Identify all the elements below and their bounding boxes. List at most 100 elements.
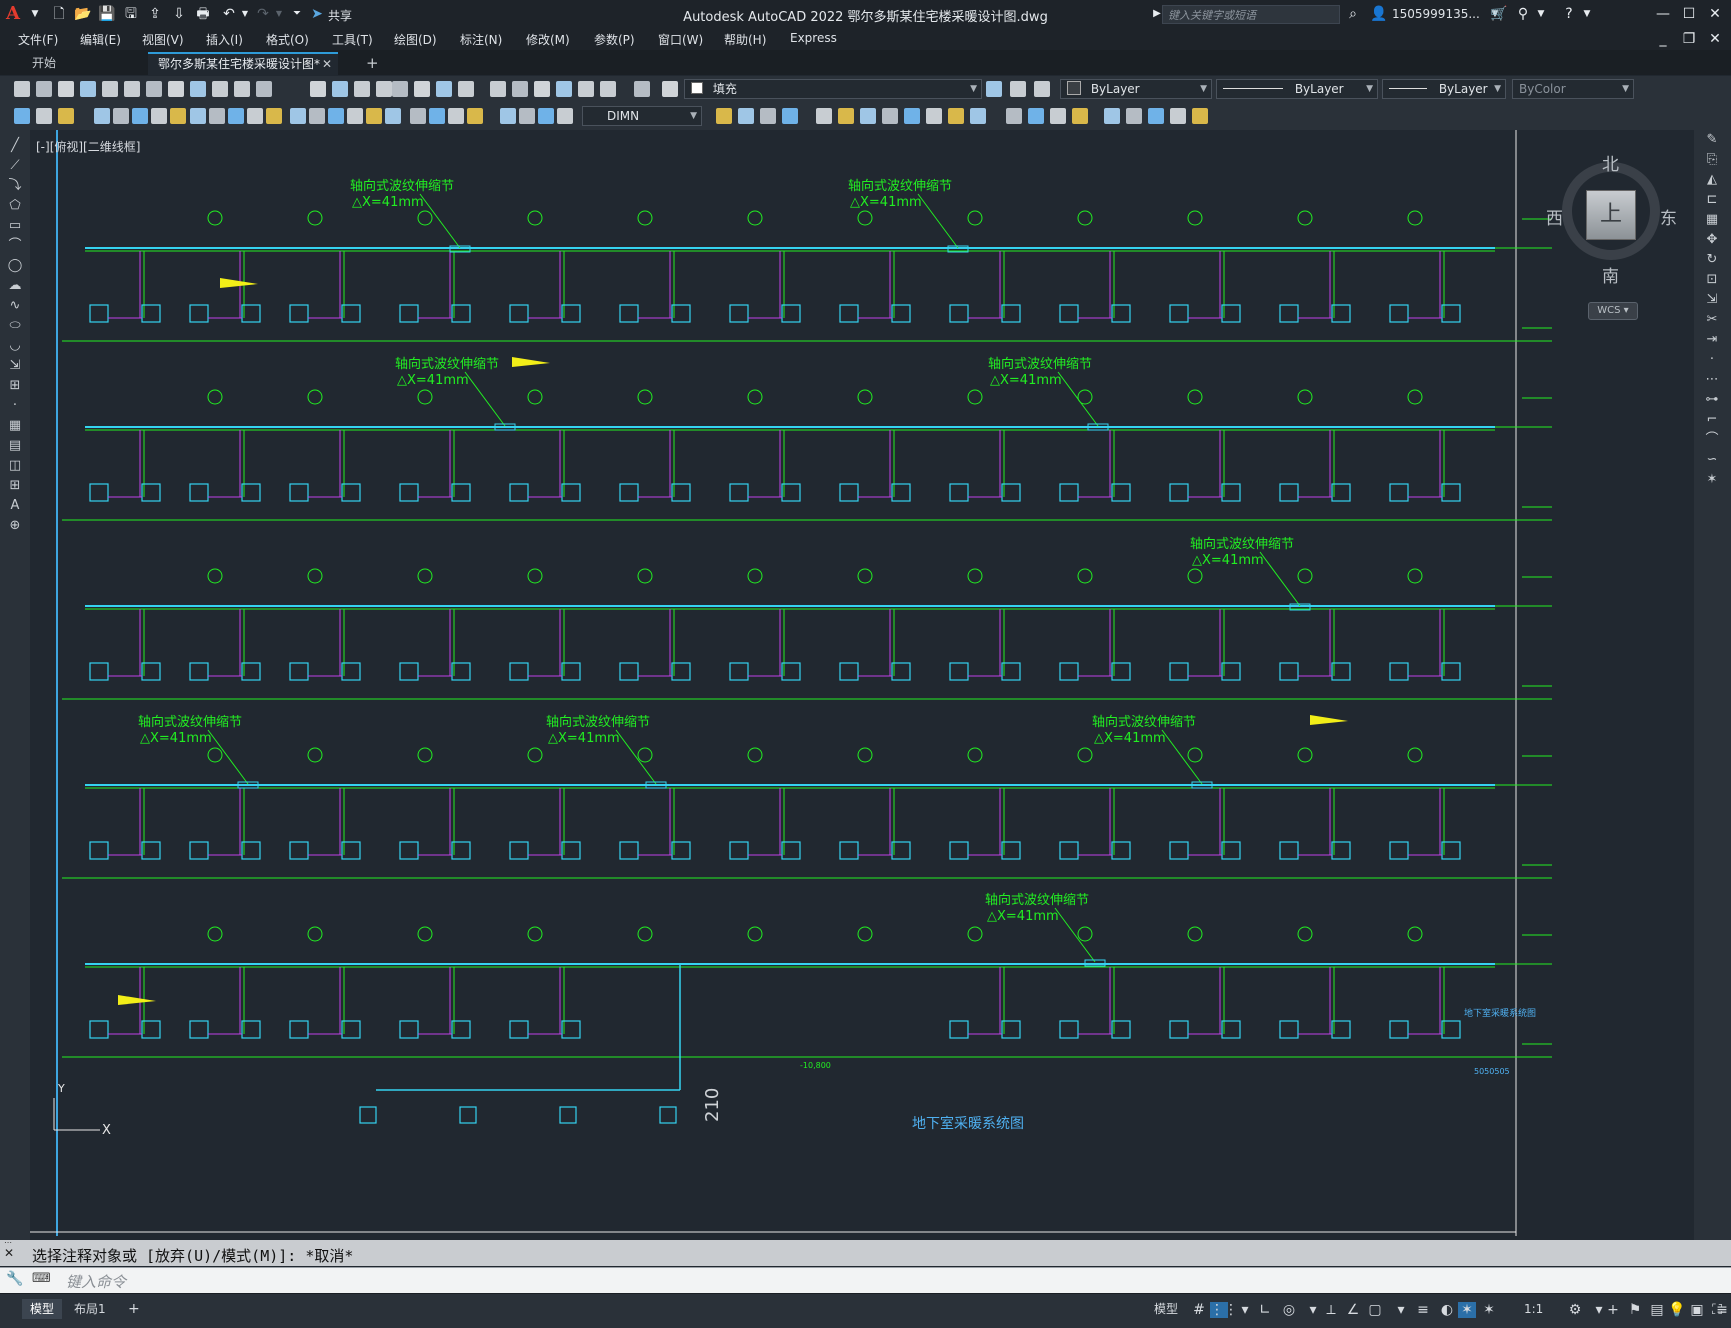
drawing-canvas[interactable]: 轴向式波纹伸缩节 △X=41mm 轴向式波纹伸缩节 △X=41mm 轴向式波纹伸缩节 △X… <box>30 130 1694 1236</box>
inspect-icon[interactable] <box>1148 108 1164 124</box>
dim-jogged-icon[interactable] <box>904 108 920 124</box>
chamfer-icon[interactable]: ⌐ <box>1704 412 1720 428</box>
dim-aligned-icon[interactable] <box>816 108 832 124</box>
add-selected-icon[interactable]: ⊕ <box>7 518 23 534</box>
autodesk-connect-icon[interactable]: ⚲ <box>1514 5 1532 23</box>
user-icon[interactable]: 👤 <box>1370 5 1388 23</box>
viewport-controls-label[interactable]: [-][俯视][二维线框] <box>36 138 140 155</box>
menu-help[interactable]: 帮助(H) <box>724 31 766 48</box>
arc-icon[interactable]: ⌒ <box>7 238 23 254</box>
command-grip-icon[interactable]: ⋯ <box>4 1238 12 1247</box>
model-space-toggle[interactable]: 模型 <box>1146 1299 1186 1319</box>
make-current-icon[interactable] <box>634 81 650 97</box>
menu-tools[interactable]: 工具(T) <box>332 31 373 48</box>
properties-icon[interactable] <box>392 81 408 97</box>
cut-icon[interactable] <box>146 81 162 97</box>
center-mark-icon[interactable] <box>1126 108 1142 124</box>
copy-object-icon[interactable]: ⎘ <box>1704 152 1720 168</box>
jogged-linear-icon[interactable] <box>1170 108 1186 124</box>
linetype-dropdown[interactable]: ByLayer ▼ <box>1216 79 1378 99</box>
menu-format[interactable]: 格式(O) <box>266 31 309 48</box>
customize-wrench-icon[interactable]: 🔧 <box>6 1271 23 1287</box>
annotation-monitor-icon[interactable]: + <box>1604 1302 1622 1318</box>
isodraft-icon[interactable]: ⟂ <box>1322 1302 1340 1318</box>
customize-icon[interactable]: ≡ <box>1713 1302 1731 1318</box>
units-icon[interactable]: ⚑ <box>1626 1302 1644 1318</box>
dim-arc-icon[interactable] <box>58 108 74 124</box>
quick-properties-icon[interactable]: ▤ <box>1648 1302 1666 1318</box>
tab-document[interactable]: 鄂尔多斯某住宅楼采暖设计图* ✕ <box>148 52 338 75</box>
offset-icon[interactable] <box>467 108 483 124</box>
close-icon[interactable]: ✕ <box>1706 5 1724 23</box>
dim-break-icon[interactable] <box>1072 108 1088 124</box>
quick-dim-icon[interactable] <box>190 108 206 124</box>
new-icon[interactable] <box>662 81 678 97</box>
save-icon[interactable] <box>58 81 74 97</box>
polar-dropdown-icon[interactable]: ▾ <box>1304 1302 1322 1318</box>
gradient-icon[interactable]: ▤ <box>7 438 23 454</box>
inspect-icon[interactable] <box>328 108 344 124</box>
rectangle-icon[interactable]: ▭ <box>7 218 23 234</box>
cart-icon[interactable]: 🛒 <box>1490 5 1508 23</box>
help-icon[interactable] <box>534 81 550 97</box>
revision-cloud-icon[interactable]: ☁ <box>7 278 23 294</box>
transparency-icon[interactable]: ◐ <box>1438 1302 1456 1318</box>
rotate-icon[interactable] <box>538 108 554 124</box>
menu-edit[interactable]: 编辑(E) <box>80 31 121 48</box>
continue-icon[interactable] <box>1028 108 1044 124</box>
offset-icon[interactable]: ⊏ <box>1704 192 1720 208</box>
help-icon[interactable]: ? <box>1560 5 1578 23</box>
tool-palette-icon[interactable] <box>436 81 452 97</box>
point-icon[interactable]: · <box>7 398 23 414</box>
ellipse-arc-icon[interactable]: ◡ <box>7 338 23 354</box>
compass-west-label[interactable]: 西 <box>1546 204 1563 229</box>
stretch-icon[interactable] <box>716 108 732 124</box>
plotstyle-dropdown[interactable]: ByColor ▼ <box>1512 79 1634 99</box>
menu-express[interactable]: Express <box>790 31 837 45</box>
dim-space-icon[interactable] <box>247 108 263 124</box>
command-input-row[interactable] <box>0 1267 1731 1294</box>
wcs-dropdown[interactable]: WCS ▾ <box>1588 302 1638 320</box>
open-icon[interactable] <box>36 81 52 97</box>
object-snap-dropdown-icon[interactable]: ▾ <box>1392 1302 1410 1318</box>
dim-angular-icon[interactable] <box>948 108 964 124</box>
close-command-icon[interactable]: ✕ <box>4 1246 14 1260</box>
insert-block-icon[interactable]: ⇲ <box>7 358 23 374</box>
copy-icon[interactable] <box>168 81 184 97</box>
join-icon[interactable]: ⊶ <box>1704 392 1720 408</box>
command-input[interactable]: 键入命令 <box>66 1271 126 1292</box>
layout1-tab[interactable]: 布局1 <box>66 1299 114 1319</box>
layer-dropdown[interactable]: 填充 ▼ <box>684 79 982 99</box>
baseline-icon[interactable] <box>1006 108 1022 124</box>
new-tab-button[interactable]: + <box>356 52 389 75</box>
preview-icon[interactable] <box>102 81 118 97</box>
dim-radius-icon[interactable] <box>113 108 129 124</box>
maximize-icon[interactable]: ☐ <box>1680 5 1698 23</box>
dim-diameter-icon[interactable] <box>926 108 942 124</box>
lineweight-dropdown[interactable]: ByLayer ▼ <box>1382 79 1506 99</box>
polar-icon[interactable]: ◎ <box>1280 1302 1298 1318</box>
ortho-icon[interactable]: ∟ <box>1256 1302 1274 1318</box>
dim-break-icon[interactable] <box>266 108 282 124</box>
match-props-icon[interactable] <box>212 81 228 97</box>
minimize-icon[interactable]: — <box>1654 5 1672 23</box>
mirror-icon[interactable]: ◭ <box>1704 172 1720 188</box>
annotation-visibility-icon[interactable]: ✶ <box>1458 1302 1476 1318</box>
snap-dropdown-icon[interactable]: ▾ <box>1236 1302 1254 1318</box>
explode-icon[interactable]: ✶ <box>1704 472 1720 488</box>
mirror-icon[interactable] <box>448 108 464 124</box>
dim-edit-icon[interactable] <box>1192 108 1208 124</box>
dim-text-edit-icon[interactable] <box>385 108 401 124</box>
workspace-gear-icon[interactable]: ⚙ <box>1566 1302 1584 1318</box>
plot-icon[interactable] <box>1034 81 1050 97</box>
design-center-icon[interactable] <box>414 81 430 97</box>
menu-file[interactable]: 文件(F) <box>18 31 58 48</box>
erase-icon[interactable]: ✎ <box>1704 132 1720 148</box>
menu-view[interactable]: 视图(V) <box>142 31 184 48</box>
help-dropdown-icon[interactable]: ▼ <box>1578 5 1596 23</box>
recent-commands-icon[interactable]: ⌨ <box>32 1271 51 1286</box>
tab-close-icon[interactable]: ✕ <box>322 54 332 74</box>
save-icon[interactable] <box>1010 81 1026 97</box>
array-icon[interactable] <box>500 108 516 124</box>
dim-ordinate-icon[interactable] <box>94 108 110 124</box>
